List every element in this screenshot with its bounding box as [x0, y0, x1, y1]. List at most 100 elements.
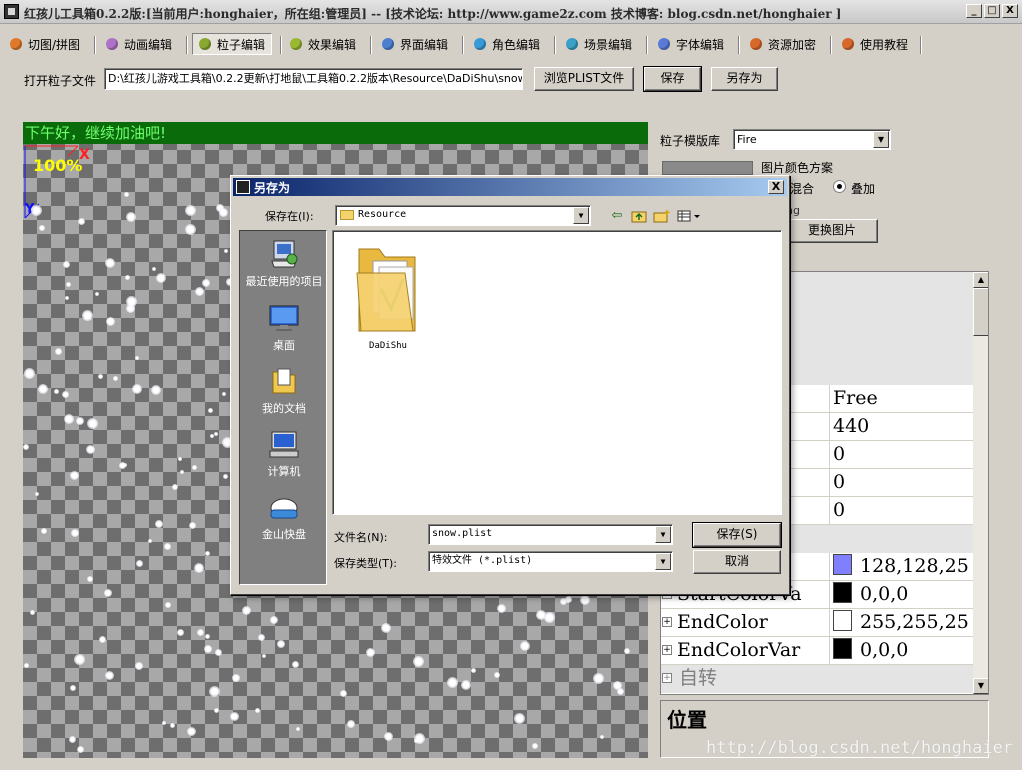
view-menu-icon[interactable] [677, 209, 701, 223]
snow-particle [39, 225, 45, 231]
tab-effect[interactable]: 效果编辑 [284, 33, 362, 55]
property-value[interactable]: 440 [829, 413, 973, 440]
property-value[interactable]: 0,0,0 [829, 581, 973, 608]
snow-particle [170, 723, 175, 728]
property-value[interactable]: Free [829, 385, 973, 412]
snow-particle [62, 391, 69, 398]
snow-particle [255, 708, 260, 713]
snow-particle [136, 560, 143, 567]
color-property-row[interactable]: + EndColorVar 0,0,0 [661, 637, 973, 665]
color-property-row[interactable]: + EndColor 255,255,25 [661, 609, 973, 637]
close-button[interactable]: X [1002, 4, 1018, 18]
file-path-input[interactable]: D:\红孩儿游戏工具箱\0.2.2更新\打地鼠\工具箱0.2.2版本\Resou… [104, 68, 523, 90]
tab-animation[interactable]: 动画编辑 [100, 33, 178, 55]
tab-ui[interactable]: 界面编辑 [376, 33, 454, 55]
property-value[interactable]: 128,128,25 [829, 553, 973, 580]
chevron-down-icon[interactable]: ▼ [655, 553, 671, 570]
tab-particle[interactable]: 粒子编辑 [192, 33, 273, 55]
snow-particle [66, 282, 71, 287]
minimize-button[interactable]: _ [966, 4, 982, 18]
template-value: Fire [737, 133, 757, 146]
tab-label: 使用教程 [860, 37, 909, 52]
snow-particle [219, 208, 228, 217]
snow-particle [520, 641, 530, 651]
snow-particle [381, 623, 391, 633]
maximize-button[interactable]: □ [984, 4, 1000, 18]
folder-item[interactable]: DaDiShu [348, 239, 428, 351]
chevron-down-icon[interactable]: ▼ [873, 131, 889, 148]
tab-encrypt[interactable]: 资源加密 [744, 33, 822, 55]
replace-image-button[interactable]: 更换图片 [786, 219, 878, 243]
chevron-down-icon[interactable]: ▼ [573, 207, 589, 224]
chevron-down-icon[interactable]: ▼ [655, 526, 671, 543]
expand-icon[interactable]: + [662, 617, 672, 627]
back-arrow-icon[interactable]: ⇦ [609, 209, 625, 223]
expand-icon[interactable]: + [662, 673, 672, 683]
place-my-documents[interactable]: 我的文档 [240, 366, 328, 415]
up-folder-icon[interactable] [631, 209, 647, 223]
file-list-view[interactable]: DaDiShu [332, 230, 782, 515]
blend-add-radio[interactable] [833, 180, 846, 193]
place-kuaipan[interactable]: 金山快盘 [240, 492, 328, 541]
property-value[interactable]: 0 [829, 469, 973, 496]
tab-scene[interactable]: 场景编辑 [560, 33, 638, 55]
property-value[interactable]: 0,0,0 [829, 637, 973, 664]
snow-particle [215, 649, 222, 656]
property-category-rotation[interactable]: + 自转 [661, 665, 973, 693]
tab-tutorial[interactable]: 使用教程 [836, 33, 914, 55]
property-value[interactable]: 0 [829, 497, 973, 524]
property-scrollbar[interactable]: ▲ ▼ [973, 272, 988, 694]
snow-particle [208, 408, 213, 413]
template-select[interactable]: Fire ▼ [733, 129, 891, 150]
snow-particle [593, 673, 604, 684]
snow-particle [55, 348, 62, 355]
snow-particle [126, 212, 136, 222]
tab-font[interactable]: 字体编辑 [652, 33, 730, 55]
snow-particle [106, 317, 115, 326]
snow-particle [119, 462, 126, 469]
color-swatch[interactable] [833, 582, 852, 603]
color-swatch[interactable] [833, 610, 852, 631]
tab-slice[interactable]: 切图/拼图 [4, 33, 86, 55]
slice-icon [10, 38, 22, 50]
save-as-dialog[interactable]: 另存为 X 保存在(I): Resource ▼ ⇦ 最近使用的项目 桌面 我的… [230, 175, 790, 595]
scroll-thumb[interactable] [973, 288, 988, 336]
scroll-down-icon[interactable]: ▼ [973, 678, 988, 694]
snow-particle [156, 273, 166, 283]
place-computer[interactable]: 计算机 [240, 429, 328, 478]
snow-particle [178, 457, 182, 461]
snow-particle [105, 671, 114, 680]
dialog-save-button[interactable]: 保存(S) [692, 522, 782, 548]
color-scheme-swatch [662, 161, 753, 175]
property-value[interactable]: 0 [829, 441, 973, 468]
tab-separator [370, 36, 372, 54]
snow-particle [613, 681, 622, 690]
desktop-icon [269, 305, 299, 331]
place-recent[interactable]: 最近使用的项目 [240, 239, 328, 288]
filetype-select[interactable]: 特效文件 (*.plist) ▼ [428, 551, 673, 572]
dialog-close-button[interactable]: X [768, 180, 784, 194]
save-in-select[interactable]: Resource ▼ [335, 205, 591, 226]
snow-particle [113, 376, 118, 381]
snow-particle [54, 389, 59, 394]
browse-plist-button[interactable]: 浏览PLIST文件 [534, 67, 634, 91]
save-as-button[interactable]: 另存为 [711, 67, 778, 91]
color-swatch[interactable] [833, 554, 852, 575]
tab-character[interactable]: 角色编辑 [468, 33, 546, 55]
filename-input[interactable]: snow.plist ▼ [428, 524, 673, 545]
expand-icon[interactable]: + [662, 645, 672, 655]
font-icon [658, 38, 670, 50]
property-value[interactable]: 255,255,25 [829, 609, 973, 636]
save-button[interactable]: 保存 [643, 66, 702, 92]
snow-particle [70, 685, 76, 691]
snow-particle [514, 713, 525, 724]
scroll-up-icon[interactable]: ▲ [973, 272, 988, 288]
dialog-cancel-button[interactable]: 取消 [693, 550, 781, 574]
new-folder-icon[interactable] [653, 209, 671, 223]
place-desktop[interactable]: 桌面 [240, 303, 328, 352]
dialog-title-bar[interactable]: 另存为 X [233, 178, 787, 196]
snow-particle [340, 690, 347, 697]
color-swatch[interactable] [833, 638, 852, 659]
tab-label: 粒子编辑 [217, 37, 266, 52]
snow-particle [600, 735, 604, 739]
